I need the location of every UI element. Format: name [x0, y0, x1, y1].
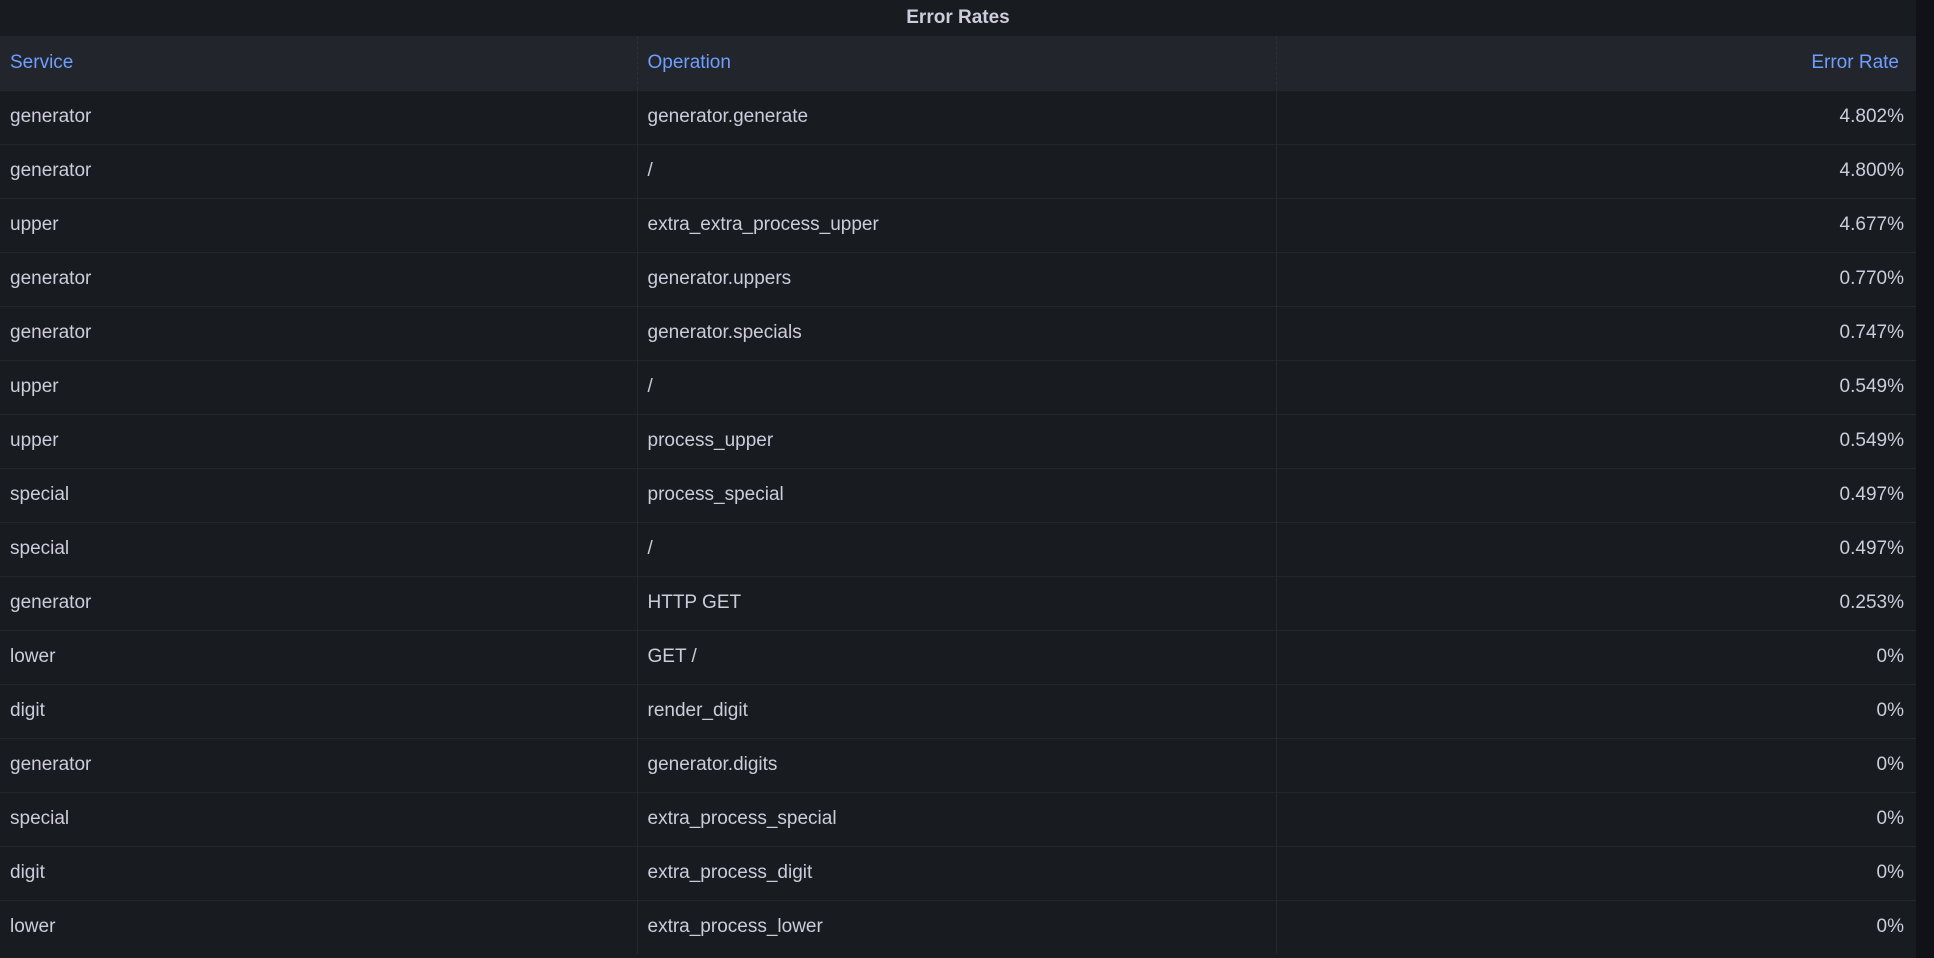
- table-row: generator / 4.800%: [0, 144, 1916, 198]
- service-cell: generator: [0, 144, 638, 198]
- table-row: generator generator.uppers 0.770%: [0, 252, 1916, 306]
- error-rate-cell: 0%: [1876, 754, 1904, 775]
- table-header-row: Service Operation Error Rate: [0, 36, 1916, 90]
- panel-title: Error Rates: [0, 0, 1916, 36]
- service-cell: generator: [0, 252, 638, 306]
- table-row: special process_special 0.497%: [0, 468, 1916, 522]
- error-rate-cell: 0%: [1876, 916, 1904, 938]
- error-rate-cell: 0%: [1876, 646, 1904, 667]
- operation-cell: /: [637, 522, 1277, 576]
- error-rate-cell: 0%: [1876, 700, 1904, 721]
- table-row: special extra_process_special 0%: [0, 792, 1916, 846]
- error-rate-cell: 0.497%: [1839, 538, 1904, 559]
- page-gutter: [1916, 0, 1934, 958]
- operation-cell: generator.digits: [637, 738, 1277, 792]
- error-rates-table: Service Operation Error Rate generator g…: [0, 36, 1916, 954]
- column-header-error-rate[interactable]: Error Rate: [1276, 36, 1916, 90]
- error-rate-cell: 0.549%: [1839, 430, 1904, 451]
- table-row: lower GET / 0%: [0, 630, 1916, 684]
- operation-cell: /: [637, 144, 1277, 198]
- column-header-operation[interactable]: Operation: [637, 36, 1277, 90]
- table-row: generator HTTP GET 0.253%: [0, 576, 1916, 630]
- error-rates-panel: Error Rates Service Operation Error Rate…: [0, 0, 1916, 958]
- table-row: generator generator.generate 4.802%: [0, 90, 1916, 144]
- operation-cell: generator.specials: [637, 306, 1277, 360]
- table-row: generator generator.specials 0.747%: [0, 306, 1916, 360]
- service-cell: lower: [0, 900, 638, 954]
- operation-cell: HTTP GET: [637, 576, 1277, 630]
- service-cell: special: [0, 522, 638, 576]
- operation-cell: generator.uppers: [637, 252, 1277, 306]
- operation-cell: extra_process_special: [637, 792, 1277, 846]
- service-cell: upper: [0, 198, 638, 252]
- operation-cell: generator.generate: [637, 90, 1277, 144]
- table-row: lower extra_process_lower 0%: [0, 900, 1916, 954]
- error-rate-cell: 0.549%: [1839, 376, 1904, 397]
- operation-cell: extra_process_lower: [637, 900, 1277, 954]
- table-row: upper / 0.549%: [0, 360, 1916, 414]
- operation-cell: process_upper: [637, 414, 1277, 468]
- error-rate-cell: 0.770%: [1839, 268, 1904, 289]
- table-row: generator generator.digits 0%: [0, 738, 1916, 792]
- operation-cell: extra_process_digit: [637, 846, 1277, 900]
- service-cell: generator: [0, 90, 638, 144]
- operation-cell: extra_extra_process_upper: [637, 198, 1277, 252]
- operation-cell: GET /: [637, 630, 1277, 684]
- error-rate-cell: 0%: [1876, 808, 1904, 829]
- error-rate-cell: 4.802%: [1839, 106, 1904, 127]
- service-cell: digit: [0, 684, 638, 738]
- service-cell: upper: [0, 414, 638, 468]
- service-cell: special: [0, 792, 638, 846]
- table-row: digit render_digit 0%: [0, 684, 1916, 738]
- error-rate-cell: 0.747%: [1839, 322, 1904, 343]
- operation-cell: /: [637, 360, 1277, 414]
- table-row: upper extra_extra_process_upper 4.677%: [0, 198, 1916, 252]
- error-rate-cell: 0%: [1876, 862, 1904, 883]
- error-rate-cell: 0.253%: [1839, 592, 1904, 613]
- service-cell: generator: [0, 576, 638, 630]
- service-cell: digit: [0, 846, 638, 900]
- error-rate-cell: 0.497%: [1839, 484, 1904, 505]
- service-cell: generator: [0, 306, 638, 360]
- service-cell: generator: [0, 738, 638, 792]
- table-row: upper process_upper 0.549%: [0, 414, 1916, 468]
- service-cell: special: [0, 468, 638, 522]
- table-body: generator generator.generate 4.802% gene…: [0, 90, 1916, 954]
- column-header-service[interactable]: Service: [0, 36, 638, 90]
- error-rate-cell: 4.800%: [1839, 160, 1904, 181]
- service-cell: upper: [0, 360, 638, 414]
- table-row: digit extra_process_digit 0%: [0, 846, 1916, 900]
- service-cell: lower: [0, 630, 638, 684]
- table-row: special / 0.497%: [0, 522, 1916, 576]
- operation-cell: process_special: [637, 468, 1277, 522]
- operation-cell: render_digit: [637, 684, 1277, 738]
- error-rate-cell: 4.677%: [1839, 214, 1904, 235]
